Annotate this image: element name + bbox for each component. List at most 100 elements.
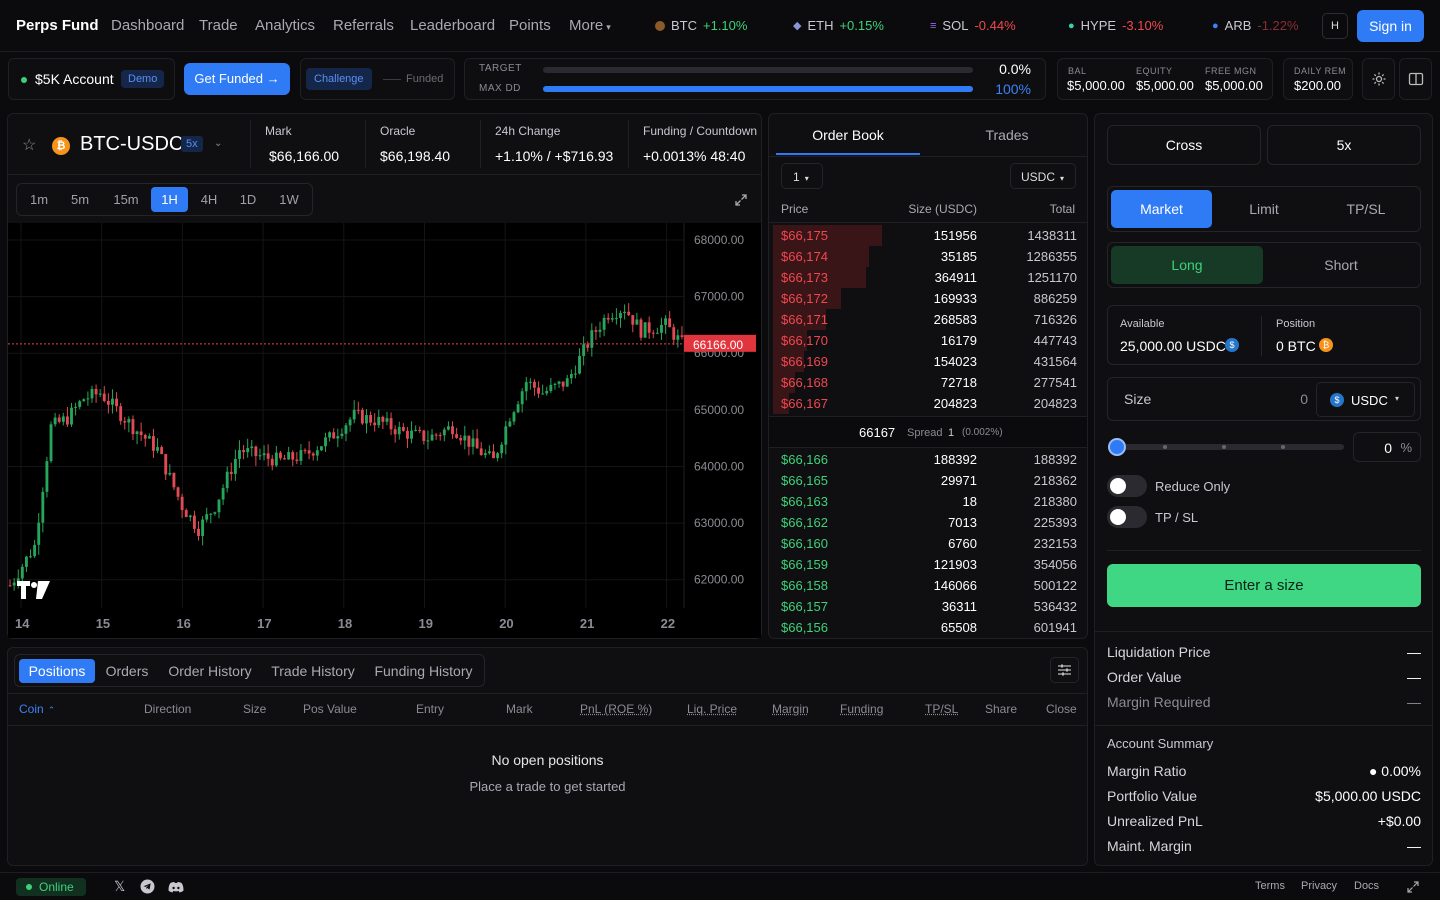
stat-equity-label: EQUITY: [1136, 66, 1173, 76]
bid-row[interactable]: $66,160 6760 232153: [773, 533, 1083, 554]
tab-order-history[interactable]: Order History: [164, 659, 256, 683]
account-name: $5K Account: [35, 71, 114, 87]
ask-row[interactable]: $66,169 154023 431564: [773, 351, 1083, 372]
tf-5m[interactable]: 5m: [64, 187, 96, 212]
favorite-star-icon[interactable]: ☆: [22, 135, 36, 155]
tab-trades[interactable]: Trades: [935, 124, 1079, 154]
side-short[interactable]: Short: [1265, 246, 1417, 284]
nav-trade[interactable]: Trade: [199, 17, 238, 34]
tab-orders[interactable]: Orders: [101, 659, 153, 683]
tick-size-select[interactable]: 1 ▾: [781, 163, 823, 189]
bid-price: $66,159: [781, 557, 828, 572]
col-coin[interactable]: Coin ⌃: [19, 702, 55, 716]
ask-row[interactable]: $66,172 169933 886259: [773, 288, 1083, 309]
order-type-tpsl[interactable]: TP/SL: [1316, 190, 1416, 228]
ask-size: 169933: [933, 291, 977, 306]
footer-privacy[interactable]: Privacy: [1301, 880, 1337, 892]
bid-total: 218380: [1033, 494, 1077, 509]
unit-select[interactable]: USDC ▾: [1010, 163, 1076, 189]
tf-1m[interactable]: 1m: [24, 187, 54, 212]
bid-row[interactable]: $66,166 188392 188392: [773, 449, 1083, 470]
mark-label: Mark: [265, 124, 292, 138]
telegram-icon[interactable]: [140, 879, 155, 894]
candle-body: [8, 585, 12, 587]
bid-row[interactable]: $66,165 29971 218362: [773, 470, 1083, 491]
footer-terms[interactable]: Terms: [1255, 880, 1285, 892]
ticker-sol[interactable]: ≡ SOL -0.44%: [930, 18, 1016, 33]
size-unit-select[interactable]: $ USDC ▾: [1316, 382, 1415, 417]
order-type-market[interactable]: Market: [1111, 190, 1212, 228]
order-type-limit[interactable]: Limit: [1214, 190, 1314, 228]
settings-button[interactable]: [1362, 58, 1395, 100]
hyperliquid-button[interactable]: H: [1322, 13, 1348, 39]
size-input[interactable]: Size 0 $ USDC ▾: [1107, 377, 1421, 421]
ask-price: $66,174: [781, 249, 828, 264]
filter-button[interactable]: [1050, 657, 1079, 683]
ask-row[interactable]: $66,174 35185 1286355: [773, 246, 1083, 267]
ask-row[interactable]: $66,173 364911 1251170: [773, 267, 1083, 288]
tab-positions[interactable]: Positions: [19, 659, 95, 683]
x-twitter-icon[interactable]: 𝕏: [114, 878, 125, 895]
change-label: 24h Change: [495, 124, 561, 138]
slider-handle[interactable]: [1108, 438, 1126, 456]
ask-row[interactable]: $66,170 16179 447743: [773, 330, 1083, 351]
nav-points[interactable]: Points: [509, 17, 551, 34]
footer-docs[interactable]: Docs: [1354, 880, 1379, 892]
sign-in-button[interactable]: Sign in: [1357, 10, 1424, 42]
expand-icon[interactable]: [734, 193, 748, 207]
candle-body: [70, 407, 73, 425]
discord-icon[interactable]: [168, 881, 184, 893]
pair-dropdown-chevron-icon[interactable]: ⌄: [214, 138, 222, 149]
nav-leaderboard[interactable]: Leaderboard: [410, 17, 495, 34]
order-value-value: —: [1407, 669, 1421, 685]
get-funded-button[interactable]: Get Funded →: [184, 63, 290, 95]
tab-trade-history[interactable]: Trade History: [267, 659, 359, 683]
candle-body: [57, 417, 61, 422]
nav-analytics[interactable]: Analytics: [255, 17, 315, 34]
fullscreen-icon[interactable]: [1407, 881, 1419, 893]
nav-more[interactable]: More ▾: [569, 17, 611, 34]
nav-referrals[interactable]: Referrals: [333, 17, 394, 34]
margin-mode-button[interactable]: Cross: [1107, 125, 1261, 165]
tf-15m[interactable]: 15m: [107, 187, 145, 212]
tab-order-book[interactable]: Order Book: [776, 124, 920, 154]
sort-up-icon: ⌃: [47, 705, 56, 715]
tab-funding-history[interactable]: Funding History: [370, 659, 477, 683]
side-long[interactable]: Long: [1111, 246, 1263, 284]
stat-bal-value: $5,000.00: [1067, 78, 1125, 93]
tf-4h[interactable]: 4H: [194, 187, 224, 212]
market-pair[interactable]: BTC-USDC: [80, 133, 183, 156]
layout-button[interactable]: [1399, 58, 1432, 100]
tf-1w[interactable]: 1W: [274, 187, 304, 212]
ticker-eth[interactable]: ◆ ETH +0.15%: [793, 18, 884, 33]
ask-row[interactable]: $66,171 268583 716326: [773, 309, 1083, 330]
candle-body: [418, 429, 422, 431]
tpsl-toggle[interactable]: [1107, 506, 1147, 528]
col-tpsl: TP/SL: [925, 702, 959, 716]
brand-logo[interactable]: Perps Fund: [16, 17, 99, 34]
ask-row[interactable]: $66,175 151956 1438311: [773, 225, 1083, 246]
tf-1h[interactable]: 1H: [151, 187, 188, 212]
price-chart[interactable]: 68000.0067000.0066000.0065000.0064000.00…: [8, 223, 761, 638]
ticker-btc[interactable]: BTC +1.10%: [655, 18, 747, 33]
percent-input[interactable]: 0 %: [1353, 432, 1421, 462]
bid-row[interactable]: $66,157 36311 536432: [773, 596, 1083, 617]
ask-row[interactable]: $66,168 72718 277541: [773, 372, 1083, 393]
reduce-only-toggle[interactable]: [1107, 475, 1147, 497]
funding-label: Funding / Countdown: [643, 124, 758, 138]
ticker-hype[interactable]: ● HYPE -3.10%: [1068, 18, 1163, 33]
bid-row[interactable]: $66,156 65508 601941: [773, 617, 1083, 638]
ask-row[interactable]: $66,167 204823 204823: [773, 393, 1083, 414]
submit-order-button[interactable]: Enter a size: [1107, 564, 1421, 607]
leverage-button[interactable]: 5x: [1267, 125, 1421, 165]
ask-price: $66,170: [781, 333, 828, 348]
bid-row[interactable]: $66,162 7013 225393: [773, 512, 1083, 533]
account-selector[interactable]: $5K Account Demo: [8, 58, 175, 100]
bid-row[interactable]: $66,159 121903 354056: [773, 554, 1083, 575]
bid-row[interactable]: $66,163 18 218380: [773, 491, 1083, 512]
ticker-arb[interactable]: ● ARB -1.22%: [1212, 18, 1312, 33]
bid-row[interactable]: $66,158 146066 500122: [773, 575, 1083, 596]
nav-dashboard[interactable]: Dashboard: [111, 17, 184, 34]
size-slider[interactable]: [1108, 438, 1344, 458]
tf-1d[interactable]: 1D: [233, 187, 263, 212]
